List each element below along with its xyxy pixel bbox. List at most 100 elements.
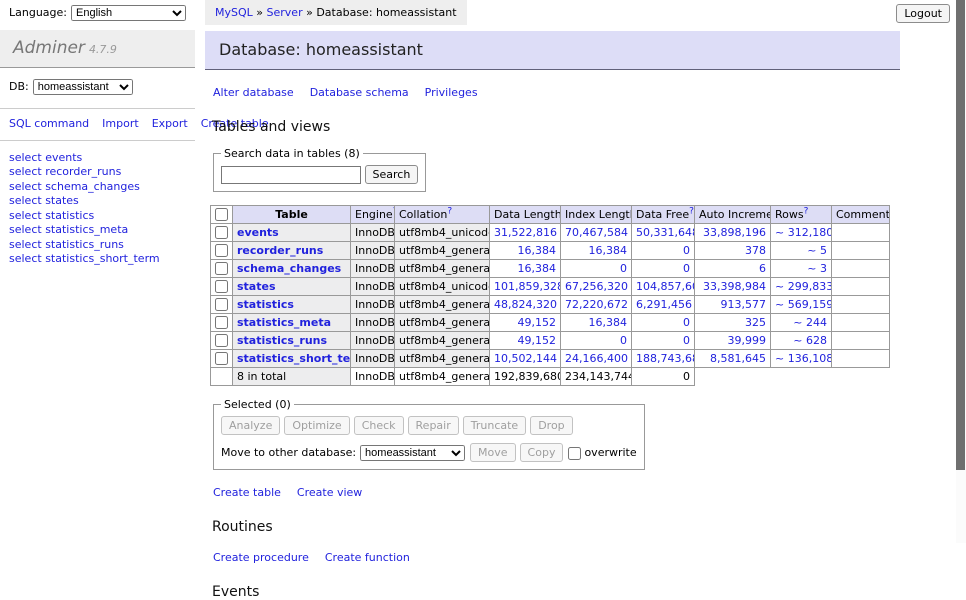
link-create-function[interactable]: Create function [325,551,410,564]
table-name-link-schema-changes[interactable]: schema_changes [237,262,341,275]
index-length-link[interactable]: 0 [620,334,627,347]
select-link-states[interactable]: select [9,194,42,207]
rows-link[interactable]: ~ 136,108 [775,352,832,365]
data-free-link[interactable]: 188,743,680 [636,352,695,365]
auto-increment-link[interactable]: 8,581,645 [710,352,766,365]
data-free-link[interactable]: 0 [683,262,690,275]
auto-increment-link[interactable]: 325 [745,316,766,329]
table-link-states[interactable]: states [45,194,79,207]
rows-link[interactable]: ~ 244 [793,316,827,329]
index-length-link[interactable]: 72,220,672 [565,298,628,311]
row-checkbox-statistics-runs[interactable] [215,334,228,347]
select-all-checkbox[interactable] [215,208,228,221]
auto-increment-link[interactable]: 39,999 [728,334,767,347]
select-link-events[interactable]: select [9,151,42,164]
link-create-table[interactable]: Create table [213,486,281,499]
help-link-rows[interactable]: ? [804,206,809,216]
row-checkbox-statistics-short-term[interactable] [215,352,228,365]
data-length-link[interactable]: 49,152 [518,334,557,347]
link-export[interactable]: Export [152,117,188,130]
auto-increment-link[interactable]: 913,577 [721,298,767,311]
btn-optimize[interactable]: Optimize [284,416,349,435]
logout-button[interactable]: Logout [896,4,950,23]
move-db-select[interactable]: homeassistant [360,445,465,461]
select-link-statistics-short-term[interactable]: select [9,252,42,265]
select-link-recorder-runs[interactable]: select [9,165,42,178]
data-free-link[interactable]: 0 [683,244,690,257]
link-privileges[interactable]: Privileges [425,86,478,99]
data-length-link[interactable]: 16,384 [518,244,557,257]
data-length-link[interactable]: 101,859,328 [494,280,561,293]
table-name-link-statistics-short-term[interactable]: statistics_short_term [237,352,351,365]
auto-increment-link[interactable]: 33,898,196 [703,226,766,239]
rows-link[interactable]: ~ 628 [793,334,827,347]
link-create-view[interactable]: Create view [297,486,362,499]
data-length-link[interactable]: 49,152 [518,316,557,329]
table-link-statistics[interactable]: statistics [45,209,94,222]
table-name-link-events[interactable]: events [237,226,279,239]
select-link-schema-changes[interactable]: select [9,180,42,193]
auto-increment-link[interactable]: 378 [745,244,766,257]
btn-check[interactable]: Check [354,416,404,435]
index-length-link[interactable]: 16,384 [589,244,628,257]
index-length-link[interactable]: 70,467,584 [565,226,628,239]
auto-increment-link[interactable]: 33,398,984 [703,280,766,293]
link-import[interactable]: Import [102,117,139,130]
rows-link[interactable]: ~ 299,833 [775,280,832,293]
rows-link[interactable]: ~ 312,180 [775,226,832,239]
table-link-events[interactable]: events [45,151,82,164]
btn-truncate[interactable]: Truncate [463,416,526,435]
data-free-link[interactable]: 50,331,648 [636,226,695,239]
rows-link[interactable]: ~ 5 [807,244,827,257]
db-select[interactable]: homeassistant [33,79,133,95]
data-free-link[interactable]: 0 [683,316,690,329]
data-length-link[interactable]: 10,502,144 [494,352,557,365]
link-alter-database[interactable]: Alter database [213,86,294,99]
table-name-link-statistics[interactable]: statistics [237,298,294,311]
select-link-statistics[interactable]: select [9,209,42,222]
table-link-recorder-runs[interactable]: recorder_runs [45,165,121,178]
help-link-collation[interactable]: ? [447,206,452,216]
index-length-link[interactable]: 16,384 [589,316,628,329]
data-length-link[interactable]: 48,824,320 [494,298,557,311]
select-link-statistics-runs[interactable]: select [9,238,42,251]
btn-drop[interactable]: Drop [530,416,572,435]
table-link-schema-changes[interactable]: schema_changes [45,180,140,193]
btn-repair[interactable]: Repair [408,416,459,435]
data-length-link[interactable]: 31,522,816 [494,226,557,239]
data-free-link[interactable]: 0 [683,334,690,347]
table-name-link-statistics-runs[interactable]: statistics_runs [237,334,327,347]
move-button[interactable]: Move [470,443,516,462]
help-link-data-free[interactable]: ? [689,206,694,216]
data-free-link[interactable]: 104,857,600 [636,280,695,293]
row-checkbox-recorder-runs[interactable] [215,244,228,257]
index-length-link[interactable]: 0 [620,262,627,275]
table-name-link-states[interactable]: states [237,280,276,293]
row-checkbox-statistics-meta[interactable] [215,316,228,329]
rows-link[interactable]: ~ 569,159 [775,298,832,311]
row-checkbox-statistics[interactable] [215,298,228,311]
link-database-schema[interactable]: Database schema [310,86,409,99]
row-checkbox-states[interactable] [215,280,228,293]
overwrite-checkbox[interactable] [568,447,581,460]
search-button[interactable]: Search [365,165,419,184]
scrollbar-thumb[interactable] [956,0,965,470]
btn-analyze[interactable]: Analyze [221,416,280,435]
rows-link[interactable]: ~ 3 [807,262,827,275]
table-name-link-recorder-runs[interactable]: recorder_runs [237,244,323,257]
select-link-statistics-meta[interactable]: select [9,223,42,236]
index-length-link[interactable]: 24,166,400 [565,352,628,365]
data-free-link[interactable]: 6,291,456 [636,298,692,311]
table-name-link-statistics-meta[interactable]: statistics_meta [237,316,331,329]
search-input[interactable] [221,166,361,184]
table-link-statistics-runs[interactable]: statistics_runs [45,238,124,251]
data-length-link[interactable]: 16,384 [518,262,557,275]
index-length-link[interactable]: 67,256,320 [565,280,628,293]
link-sql-command[interactable]: SQL command [9,117,89,130]
row-checkbox-events[interactable] [215,226,228,239]
table-link-statistics-short-term[interactable]: statistics_short_term [45,252,159,265]
row-checkbox-schema-changes[interactable] [215,262,228,275]
auto-increment-link[interactable]: 6 [759,262,766,275]
link-create-procedure[interactable]: Create procedure [213,551,309,564]
table-link-statistics-meta[interactable]: statistics_meta [45,223,128,236]
